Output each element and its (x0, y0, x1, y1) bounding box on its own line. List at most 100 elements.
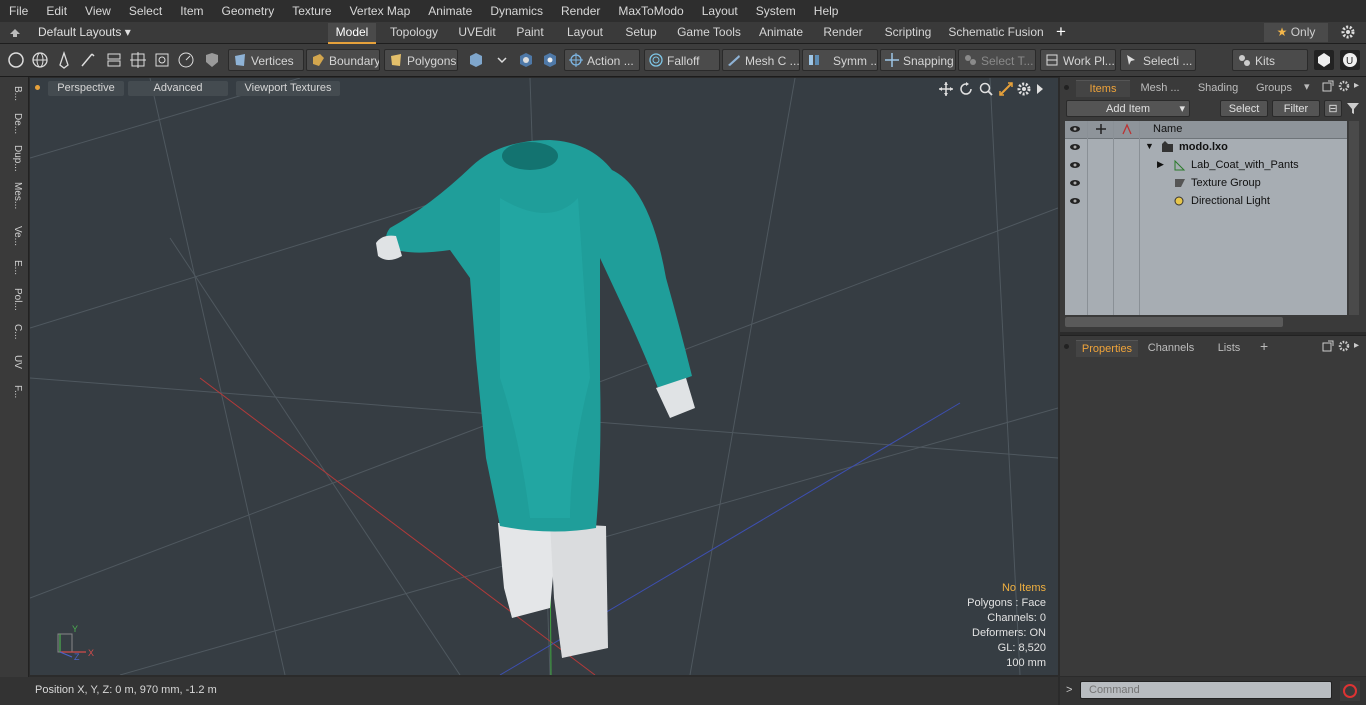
tab-model[interactable]: Model (328, 23, 376, 44)
gear-icon[interactable] (1340, 24, 1356, 40)
snap-tool-icon[interactable] (516, 50, 536, 70)
tree-row-directional-light[interactable]: Directional Light (1065, 193, 1347, 211)
tab-animate[interactable]: Animate (754, 23, 808, 42)
menu-edit[interactable]: Edit (37, 0, 76, 22)
globe-icon[interactable] (30, 50, 50, 70)
maximize-icon[interactable] (1322, 340, 1334, 352)
menu-vertex-map[interactable]: Vertex Map (341, 0, 420, 22)
filter-button[interactable]: Filter (1272, 100, 1320, 117)
tree-row-modo-lxo[interactable]: ▼ modo.lxo (1065, 139, 1347, 157)
tab-layout[interactable]: Layout (560, 23, 610, 42)
rotate-view-icon[interactable] (958, 81, 974, 97)
menu-maxtomodo[interactable]: MaxToModo (609, 0, 692, 22)
advanced-button[interactable]: Advanced (128, 81, 228, 96)
left-tab-mesh-edit[interactable]: Mes... (3, 181, 23, 211)
expand-arrow-icon[interactable] (1034, 82, 1046, 96)
vertical-scrollbar[interactable] (1349, 121, 1359, 315)
eye-icon[interactable] (1069, 159, 1081, 171)
menu-help[interactable]: Help (805, 0, 848, 22)
horizontal-scrollbar[interactable] (1065, 317, 1283, 327)
frame-icon[interactable] (152, 50, 172, 70)
menu-dynamics[interactable]: Dynamics (481, 0, 552, 22)
tab-paint[interactable]: Paint (510, 23, 550, 42)
unreal-icon[interactable]: U (1340, 50, 1360, 70)
timer-icon[interactable] (176, 50, 196, 70)
maximize-icon[interactable] (1322, 80, 1334, 92)
menu-select[interactable]: Select (120, 0, 171, 22)
align-icon[interactable] (104, 50, 124, 70)
menu-render[interactable]: Render (552, 0, 609, 22)
work-plane-button[interactable]: Work Pl... (1040, 49, 1116, 71)
eye-icon[interactable] (1069, 177, 1081, 189)
panel-expand-icon[interactable]: ▸ (1354, 80, 1359, 91)
record-macro-icon[interactable] (1340, 681, 1360, 701)
funnel-icon[interactable] (1346, 101, 1360, 115)
selection-sets-button[interactable]: Selecti ... (1120, 49, 1196, 71)
left-tab-duplicate[interactable]: Dup... (3, 143, 23, 173)
menu-view[interactable]: View (76, 0, 120, 22)
unity-icon[interactable] (1314, 50, 1334, 70)
move-view-icon[interactable] (938, 81, 954, 97)
tab-uvedit[interactable]: UVEdit (452, 23, 502, 42)
select-button[interactable]: Select (1220, 100, 1268, 117)
left-tab-vertex[interactable]: Ve... (3, 223, 23, 249)
menu-system[interactable]: System (747, 0, 805, 22)
element-tool-icon[interactable] (540, 50, 560, 70)
menu-animate[interactable]: Animate (419, 0, 481, 22)
menu-geometry[interactable]: Geometry (213, 0, 284, 22)
tab-setup[interactable]: Setup (618, 23, 664, 42)
left-tab-fusion[interactable]: F... (3, 379, 23, 405)
panel-expand-icon[interactable]: ▸ (1354, 340, 1359, 351)
eye-icon[interactable] (1069, 141, 1081, 153)
tab-scripting[interactable]: Scripting (878, 23, 938, 42)
left-tab-basic[interactable]: B... (3, 83, 23, 105)
action-center-button[interactable]: Action ... (564, 49, 640, 71)
left-tab-edge[interactable]: E... (3, 257, 23, 279)
falloff-button[interactable]: Falloff (644, 49, 720, 71)
tab-items[interactable]: Items (1076, 80, 1130, 97)
symmetry-button[interactable]: Symm ... (802, 49, 878, 71)
snapping-button[interactable]: Snapping (880, 49, 956, 71)
collapse-icon[interactable]: ⊟ (1324, 100, 1342, 117)
layout-menu-icon[interactable] (8, 25, 22, 39)
boundary-button[interactable]: Boundary (306, 49, 380, 71)
tab-mesh[interactable]: Mesh ... (1132, 80, 1188, 96)
tab-game-tools[interactable]: Game Tools (672, 23, 746, 42)
left-tab-curve[interactable]: C... (3, 321, 23, 343)
menu-file[interactable]: File (0, 0, 37, 22)
only-toggle[interactable]: ★ Only (1264, 23, 1328, 42)
polygons-button[interactable]: Polygons (384, 49, 458, 71)
grid-icon[interactable] (128, 50, 148, 70)
left-tab-polygon[interactable]: Pol... (3, 285, 23, 313)
tab-topology[interactable]: Topology (384, 23, 444, 42)
brush-icon[interactable] (78, 50, 98, 70)
tab-schematic-fusion[interactable]: Schematic Fusion (946, 23, 1046, 42)
add-item-button[interactable]: Add Item ▾ (1066, 100, 1190, 117)
circle-select-icon[interactable] (6, 50, 26, 70)
menu-layout[interactable]: Layout (693, 0, 747, 22)
kits-button[interactable]: Kits (1232, 49, 1308, 71)
cube-icon[interactable] (466, 50, 486, 70)
expand-triangle-icon[interactable]: ▼ (1145, 141, 1154, 151)
tab-lists[interactable]: Lists (1206, 340, 1252, 356)
add-tab-icon[interactable]: + (1260, 338, 1268, 354)
tabs-overflow-icon[interactable]: ▾ (1304, 80, 1310, 93)
shield-mode-icon[interactable] (202, 50, 222, 70)
menu-item[interactable]: Item (171, 0, 212, 22)
3d-viewport[interactable]: Perspective Advanced Viewport Textures N… (30, 78, 1058, 675)
add-tab-icon[interactable]: + (1056, 22, 1066, 42)
left-tab-uv[interactable]: UV (3, 351, 23, 373)
menu-texture[interactable]: Texture (283, 0, 340, 22)
tab-shading[interactable]: Shading (1190, 80, 1246, 96)
tab-groups[interactable]: Groups (1248, 80, 1300, 96)
tab-channels[interactable]: Channels (1142, 340, 1200, 356)
expand-triangle-icon[interactable]: ▶ (1157, 159, 1164, 170)
zoom-view-icon[interactable] (978, 81, 994, 97)
name-column-header[interactable]: Name (1153, 123, 1182, 135)
left-tab-deform[interactable]: De... (3, 111, 23, 137)
panel-gear-icon[interactable] (1338, 80, 1350, 92)
eye-icon[interactable] (1069, 195, 1081, 207)
fit-view-icon[interactable] (998, 81, 1014, 97)
chevron-down-icon[interactable] (492, 50, 512, 70)
select-through-button[interactable]: Select T... (958, 49, 1036, 71)
